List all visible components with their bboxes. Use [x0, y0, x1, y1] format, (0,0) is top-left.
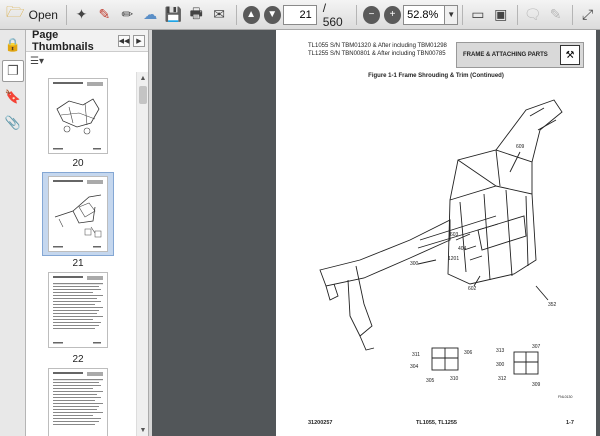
callout-label: 300 — [496, 362, 505, 368]
thumbnail-preview — [53, 180, 103, 248]
toolbar-separator — [66, 4, 67, 25]
callout-label: 310 — [450, 376, 459, 382]
callout-label: 305 — [426, 378, 435, 384]
callout-label: 352 — [548, 302, 557, 308]
callout-label: 609 — [516, 144, 525, 150]
attachment-icon[interactable]: 📎 — [2, 112, 24, 134]
footer-center: TL1055, TL1255 — [416, 420, 457, 426]
thumbnail-preview — [53, 82, 103, 150]
lock-icon[interactable]: 🔒 — [2, 34, 24, 56]
save-icon[interactable]: 💾 — [163, 4, 184, 26]
figure-caption: Figure 1-1 Frame Shrouding & Trim (Conti… — [368, 73, 504, 79]
create-pdf-icon[interactable]: ✦ — [71, 4, 92, 26]
thumbnail-options-icon[interactable]: ☰▾ — [30, 56, 44, 67]
thumbnail-page-20[interactable] — [48, 78, 108, 154]
panel-title: Page Thumbnails — [32, 28, 94, 53]
highlight-icon[interactable]: ✎ — [545, 4, 566, 26]
toolbar-separator — [235, 4, 237, 25]
open-button[interactable]: 🗁 Open — [4, 4, 60, 26]
header-line-2: TL1255 S/N TBN00801 & After including TB… — [308, 51, 446, 57]
zoom-field[interactable]: 52.8% — [403, 4, 446, 25]
callout-label: 603 — [450, 232, 459, 238]
main-toolbar: 🗁 Open ✦ ✎ ✏ ☁ 💾 🖶 ✉ ▲ ▼ / 560 − + 52.8%… — [0, 0, 600, 30]
full-screen-icon[interactable]: ⤢ — [577, 4, 598, 26]
page-thumbnails-icon[interactable]: ❐ — [2, 60, 24, 82]
page-number-input[interactable] — [282, 4, 317, 25]
callout-label: 307 — [532, 344, 541, 350]
toolbar-separator — [517, 4, 519, 25]
section-title-box: FRAME & ATTACHING PARTS ⚒ — [456, 42, 584, 68]
zoom-in-icon[interactable]: + — [384, 5, 402, 24]
document-view: TL1055 S/N TBM01320 & After including TB… — [152, 30, 600, 436]
thumbnail-scrollbar[interactable]: ▲ ▼ — [136, 72, 148, 436]
thumbnail-options[interactable]: ☰▾ — [26, 52, 148, 70]
footer-right: 1-7 — [566, 420, 574, 426]
thumbnail-list: 20 21 22 — [26, 72, 136, 436]
callout-label: 306 — [464, 350, 473, 356]
figure-id-label: FNL0130 — [558, 395, 572, 399]
expand-panel-icon[interactable]: ▶ — [133, 34, 145, 47]
email-icon[interactable]: ✉ — [209, 4, 230, 26]
fit-page-icon[interactable]: ▣ — [490, 4, 511, 26]
scrollbar-thumb[interactable] — [139, 86, 147, 104]
callout-label: 602 — [468, 286, 477, 292]
page-header-models: TL1055 S/N TBM01320 & After including TB… — [308, 42, 447, 58]
upload-cloud-icon[interactable]: ☁ — [140, 4, 161, 26]
thumbnail-label: 20 — [72, 158, 84, 169]
navigation-strip: 🔒 ❐ 🔖 📎 — [0, 30, 26, 436]
callout-label: 309 — [532, 382, 541, 388]
thumbnail-preview — [53, 372, 103, 425]
thumbnail-page-23[interactable] — [48, 368, 108, 436]
thumbnail-label: 21 — [72, 258, 84, 269]
document-page: TL1055 S/N TBM01320 & After including TB… — [276, 30, 596, 436]
section-title: FRAME & ATTACHING PARTS — [463, 52, 548, 58]
footer-left: 31200257 — [308, 420, 333, 426]
callout-label: 313 — [496, 348, 505, 354]
exploded-parts-drawing: 300 609 603 404 1201 602 352 311 306 304… — [319, 99, 572, 399]
callout-label: 304 — [410, 364, 419, 370]
thumbnails-panel: Page Thumbnails ◀◀ ▶ ☰▾ 20 21 22 ▲ ▼ — [26, 28, 148, 436]
page-total: / 560 — [322, 0, 343, 29]
callout-label: 311 — [412, 352, 420, 358]
zoom-out-icon[interactable]: − — [362, 5, 381, 24]
panel-header: Page Thumbnails ◀◀ ▶ — [26, 28, 148, 53]
open-label: Open — [28, 7, 58, 22]
chevron-down-icon[interactable]: ▼ — [445, 4, 459, 25]
bookmark-icon[interactable]: 🔖 — [2, 86, 24, 108]
toolbar-separator — [356, 4, 357, 25]
toolbar-separator — [462, 4, 464, 25]
sign-icon[interactable]: ✏ — [117, 4, 138, 26]
toolbar-separator — [572, 4, 574, 25]
thumbnail-page-22[interactable] — [48, 272, 108, 348]
next-page-icon[interactable]: ▼ — [263, 5, 281, 24]
header-line-1: TL1055 S/N TBM01320 & After including TB… — [308, 43, 447, 49]
edit-pdf-icon[interactable]: ✎ — [94, 4, 115, 26]
comment-icon[interactable]: 🗨 — [522, 4, 543, 26]
callout-label: 404 — [458, 246, 467, 252]
thumbnail-label: 22 — [72, 354, 84, 365]
callout-label: 300 — [410, 261, 419, 267]
thumbnail-preview — [53, 276, 103, 344]
callout-label: 312 — [498, 376, 507, 382]
fit-width-icon[interactable]: ▭ — [467, 4, 488, 26]
thumbnail-page-21[interactable] — [48, 176, 108, 252]
previous-page-icon[interactable]: ▲ — [242, 5, 260, 24]
print-icon[interactable]: 🖶 — [186, 4, 207, 26]
loader-logo-icon: ⚒ — [560, 45, 580, 65]
callout-label: 1201 — [448, 256, 459, 262]
collapse-panel-icon[interactable]: ◀◀ — [118, 34, 130, 47]
folder-icon: 🗁 — [6, 4, 25, 21]
